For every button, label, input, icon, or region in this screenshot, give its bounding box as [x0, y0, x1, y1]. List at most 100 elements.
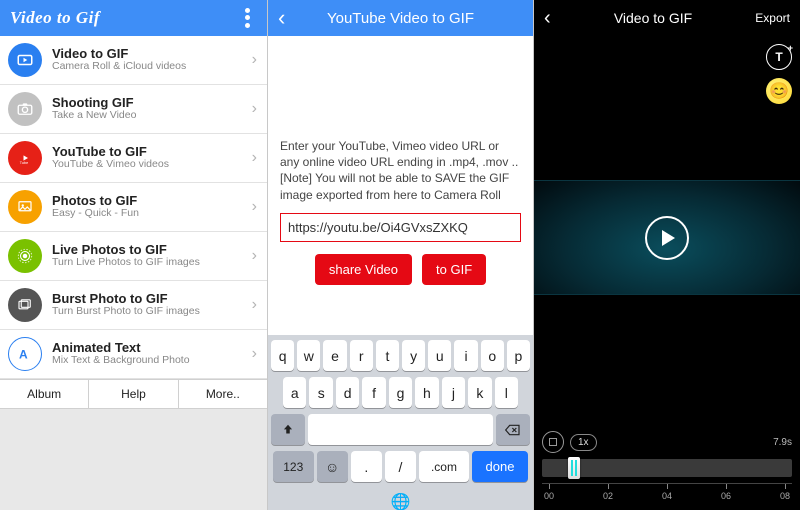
- editor-title: Video to GIF: [614, 10, 692, 26]
- camera-icon: [8, 92, 42, 126]
- key-123[interactable]: 123: [273, 451, 314, 482]
- key-space[interactable]: [308, 414, 492, 445]
- key-u[interactable]: u: [428, 340, 451, 371]
- menu-item-animated-text[interactable]: A Animated Text Mix Text & Background Ph…: [0, 330, 267, 379]
- item-subtitle: Camera Roll & iCloud videos: [52, 61, 252, 73]
- item-title: Burst Photo to GIF: [52, 292, 252, 306]
- item-title: Shooting GIF: [52, 96, 252, 110]
- editor-panel: ‹ Video to GIF Export T+ 😊 1x 7.9s 00 02…: [534, 0, 800, 510]
- key-emoji[interactable]: ☺: [317, 451, 348, 482]
- panel2-header: ‹ YouTube Video to GIF: [268, 0, 533, 36]
- menu-item-video-to-gif[interactable]: Video to GIF Camera Roll & iCloud videos…: [0, 36, 267, 85]
- trim-slider[interactable]: [542, 459, 792, 477]
- time-ruler: 00 02 04 06 08: [542, 491, 792, 501]
- tab-album[interactable]: Album: [0, 380, 88, 408]
- key-com[interactable]: .com: [419, 451, 469, 482]
- share-video-button[interactable]: share Video: [315, 254, 412, 285]
- key-h[interactable]: h: [415, 377, 438, 408]
- item-title: Photos to GIF: [52, 194, 252, 208]
- tab-help[interactable]: Help: [88, 380, 177, 408]
- menu-item-burst-to-gif[interactable]: Burst Photo to GIF Turn Burst Photo to G…: [0, 281, 267, 330]
- key-y[interactable]: y: [402, 340, 425, 371]
- speed-button[interactable]: 1x: [570, 434, 597, 451]
- key-w[interactable]: w: [297, 340, 320, 371]
- text-icon: A: [8, 337, 42, 371]
- main-header: Video to Gif: [0, 0, 267, 36]
- svg-text:Tube: Tube: [20, 161, 28, 165]
- tab-more[interactable]: More..: [178, 380, 267, 408]
- chevron-right-icon: ›: [252, 198, 257, 216]
- item-subtitle: YouTube & Vimeo videos: [52, 159, 252, 171]
- item-subtitle: Take a New Video: [52, 110, 252, 122]
- key-e[interactable]: e: [323, 340, 346, 371]
- key-o[interactable]: o: [481, 340, 504, 371]
- key-g[interactable]: g: [389, 377, 412, 408]
- key-r[interactable]: r: [350, 340, 373, 371]
- item-subtitle: Mix Text & Background Photo: [52, 355, 252, 367]
- livephoto-icon: [8, 239, 42, 273]
- key-l[interactable]: l: [495, 377, 518, 408]
- key-f[interactable]: f: [362, 377, 385, 408]
- youtube-url-panel: ‹ YouTube Video to GIF Enter your YouTub…: [268, 0, 534, 510]
- panel2-title: YouTube Video to GIF: [327, 10, 474, 27]
- editor-back-icon[interactable]: ‹: [544, 7, 551, 30]
- menu-item-shooting-gif[interactable]: Shooting GIF Take a New Video ›: [0, 85, 267, 134]
- key-done[interactable]: done: [472, 451, 528, 482]
- add-sticker-icon[interactable]: 😊: [766, 78, 792, 104]
- back-icon[interactable]: ‹: [278, 5, 285, 31]
- chevron-right-icon: ›: [252, 100, 257, 118]
- item-subtitle: Turn Burst Photo to GIF images: [52, 306, 252, 318]
- key-globe[interactable]: 🌐: [271, 488, 530, 510]
- burst-icon: [8, 288, 42, 322]
- key-s[interactable]: s: [309, 377, 332, 408]
- play-icon[interactable]: [645, 216, 689, 260]
- app-title: Video to Gif: [10, 8, 100, 28]
- key-shift[interactable]: [271, 414, 305, 445]
- trim-handle[interactable]: [568, 457, 580, 479]
- svg-text:A: A: [19, 348, 28, 362]
- key-slash[interactable]: /: [385, 451, 416, 482]
- export-button[interactable]: Export: [755, 11, 790, 25]
- item-subtitle: Easy - Quick - Fun: [52, 208, 252, 220]
- menu-item-youtube-to-gif[interactable]: Tube YouTube to GIF YouTube & Vimeo vide…: [0, 134, 267, 183]
- key-p[interactable]: p: [507, 340, 530, 371]
- timeline-controls: 1x 7.9s 00 02 04 06 08: [534, 425, 800, 510]
- keyboard: q w e r t y u i o p a s d f g h j k l: [268, 335, 533, 510]
- photo-icon: [8, 190, 42, 224]
- duration-label: 7.9s: [773, 437, 792, 448]
- key-a[interactable]: a: [283, 377, 306, 408]
- main-menu-panel: Video to Gif Video to GIF Camera Roll & …: [0, 0, 268, 510]
- play-icon: [8, 43, 42, 77]
- key-dot[interactable]: .: [351, 451, 382, 482]
- instruction-text: Enter your YouTube, Vimeo video URL or a…: [280, 138, 521, 203]
- footer-tabs: Album Help More..: [0, 379, 267, 409]
- key-q[interactable]: q: [271, 340, 294, 371]
- key-t[interactable]: t: [376, 340, 399, 371]
- chevron-right-icon: ›: [252, 345, 257, 363]
- item-title: Video to GIF: [52, 47, 252, 61]
- chevron-right-icon: ›: [252, 149, 257, 167]
- key-backspace[interactable]: [496, 414, 530, 445]
- item-title: Animated Text: [52, 341, 252, 355]
- empty-area: [0, 409, 267, 510]
- chevron-right-icon: ›: [252, 51, 257, 69]
- to-gif-button[interactable]: to GIF: [422, 254, 486, 285]
- chevron-right-icon: ›: [252, 247, 257, 265]
- key-i[interactable]: i: [454, 340, 477, 371]
- chevron-right-icon: ›: [252, 296, 257, 314]
- crop-icon[interactable]: [542, 431, 564, 453]
- video-url-input[interactable]: [280, 213, 521, 242]
- key-j[interactable]: j: [442, 377, 465, 408]
- item-title: Live Photos to GIF: [52, 243, 252, 257]
- key-d[interactable]: d: [336, 377, 359, 408]
- editor-header: ‹ Video to GIF Export: [534, 0, 800, 36]
- item-subtitle: Turn Live Photos to GIF images: [52, 257, 252, 269]
- youtube-icon: Tube: [8, 141, 42, 175]
- menu-item-photos-to-gif[interactable]: Photos to GIF Easy - Quick - Fun ›: [0, 183, 267, 232]
- key-k[interactable]: k: [468, 377, 491, 408]
- overflow-menu-icon[interactable]: [237, 7, 257, 29]
- item-title: YouTube to GIF: [52, 145, 252, 159]
- video-preview[interactable]: [534, 180, 800, 295]
- add-text-icon[interactable]: T+: [766, 44, 792, 70]
- menu-item-livephotos-to-gif[interactable]: Live Photos to GIF Turn Live Photos to G…: [0, 232, 267, 281]
